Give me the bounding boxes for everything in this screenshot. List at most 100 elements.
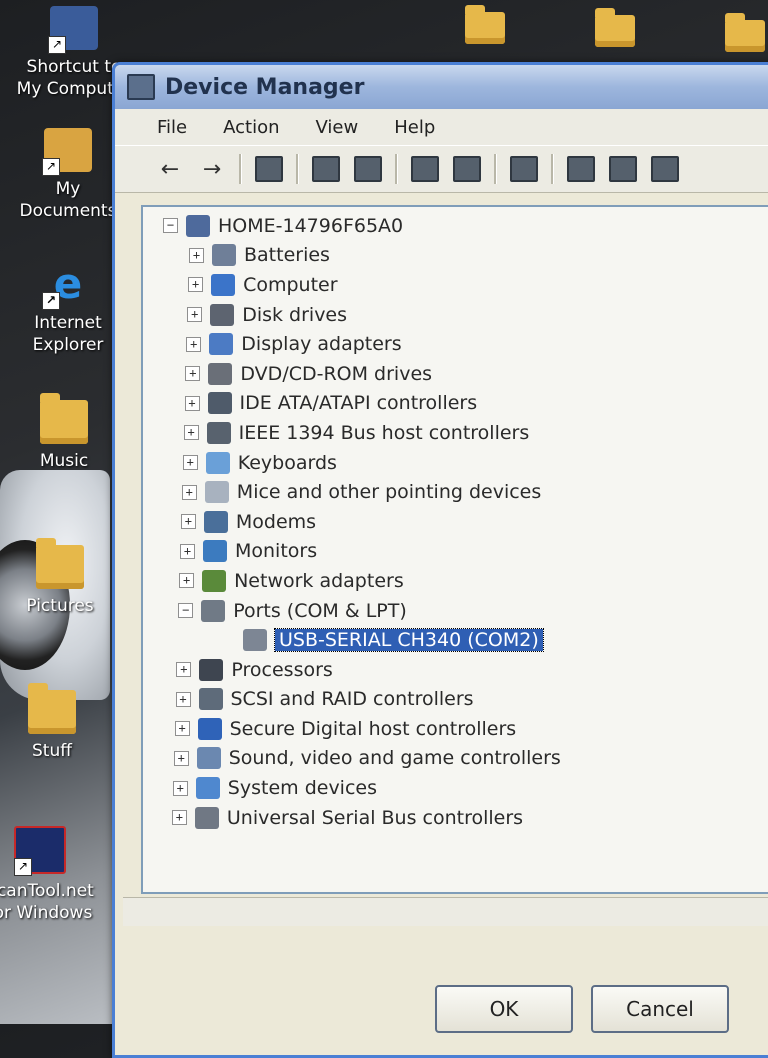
expand-expander[interactable]: +: [189, 247, 204, 263]
tree-node-label: Disk drives: [242, 303, 348, 326]
sd-card-icon: [197, 717, 222, 740]
expand-expander[interactable]: +: [181, 484, 197, 500]
expand-expander[interactable]: +: [187, 307, 203, 323]
desktop-folder-icon[interactable]: [725, 13, 765, 52]
tree-node-label: USB-SERIAL CH340 (COM2): [274, 628, 544, 653]
system-device-icon: [195, 777, 220, 800]
collapse-expander[interactable]: −: [163, 218, 178, 234]
scantool-icon: ↗: [14, 826, 66, 876]
expand-expander[interactable]: +: [185, 366, 201, 382]
tree-node[interactable]: USB-SERIAL CH340 (COM2): [163, 625, 561, 655]
tree-node[interactable]: + Modems: [163, 507, 561, 537]
properties-button[interactable]: [311, 154, 341, 184]
toolbar-separator: [395, 154, 398, 184]
print-button[interactable]: [353, 154, 383, 184]
uninstall-icon: [609, 156, 637, 182]
action-pane-icon: [453, 156, 481, 182]
expand-expander[interactable]: +: [174, 721, 190, 737]
battery-icon: [212, 244, 236, 267]
back-button[interactable]: ←: [155, 154, 185, 184]
desktop-icon-my-documents[interactable]: ↗ My Documents: [8, 128, 128, 222]
device-tree-pane[interactable]: − HOME-14796F65A0 + Batteries + Computer + Di…: [141, 205, 768, 894]
expand-expander[interactable]: +: [184, 395, 200, 411]
expand-expander[interactable]: +: [171, 810, 187, 826]
tree-node[interactable]: + Secure Digital host controllers: [163, 714, 561, 744]
expand-expander[interactable]: +: [172, 780, 188, 796]
tree-node[interactable]: + IEEE 1394 Bus host controllers: [163, 418, 561, 448]
serial-port-icon: [243, 629, 267, 652]
ok-button[interactable]: OK: [435, 985, 573, 1033]
desktop-icon-label: My Documents: [19, 179, 117, 221]
tree-node[interactable]: + Disk drives: [163, 300, 561, 330]
tree-node[interactable]: + Display adapters: [163, 329, 561, 359]
desktop-folder-icon[interactable]: [465, 5, 505, 44]
menu-file[interactable]: File: [153, 115, 191, 140]
tree-node[interactable]: + IDE ATA/ATAPI controllers: [163, 389, 561, 419]
desktop-icon-internet-explorer[interactable]: e ↗ Internet Explorer: [8, 262, 128, 356]
desktop-icon-stuff[interactable]: Stuff: [0, 683, 112, 762]
tree-node[interactable]: + DVD/CD-ROM drives: [163, 359, 561, 389]
expand-expander[interactable]: +: [188, 277, 204, 293]
expand-expander[interactable]: +: [180, 514, 196, 530]
expand-expander[interactable]: +: [175, 691, 191, 707]
properties-icon: [312, 156, 340, 182]
desktop-folder-icon[interactable]: [595, 8, 635, 47]
tree-node[interactable]: + Keyboards: [163, 448, 561, 478]
desktop-icon-label: ScanTool.net for Windows: [0, 881, 94, 923]
disable-icon: [651, 156, 679, 182]
forward-arrow-icon: →: [202, 156, 222, 182]
desktop-icon-scantool[interactable]: ↗ ScanTool.net for Windows: [0, 826, 96, 924]
scan-hardware-icon: [510, 156, 538, 182]
usb-icon: [194, 806, 219, 829]
forward-button[interactable]: →: [197, 154, 227, 184]
uninstall-button[interactable]: [608, 154, 638, 184]
expand-expander[interactable]: +: [173, 750, 189, 766]
mouse-icon: [204, 481, 229, 504]
desktop-icon-label: Music: [39, 451, 89, 471]
tree-node[interactable]: + Monitors: [163, 537, 561, 567]
menu-action[interactable]: Action: [219, 115, 283, 140]
tree-node[interactable]: + Processors: [163, 655, 561, 685]
menu-help[interactable]: Help: [390, 115, 439, 140]
tree-node[interactable]: + Computer: [163, 270, 561, 300]
desktop-icon-label: Stuff: [32, 741, 72, 761]
display-adapter-icon: [209, 333, 234, 356]
cancel-button[interactable]: Cancel: [591, 985, 729, 1033]
title-bar[interactable]: Device Manager: [115, 65, 768, 109]
desktop-icon-music[interactable]: Music: [4, 393, 124, 472]
tree-node[interactable]: + Batteries: [163, 241, 561, 271]
toolbar-separator: [239, 154, 242, 184]
tree-node[interactable]: + Mice and other pointing devices: [163, 477, 561, 507]
tree-root[interactable]: − HOME-14796F65A0: [163, 211, 561, 241]
expand-expander[interactable]: +: [176, 662, 192, 678]
tree-node[interactable]: + Network adapters: [163, 566, 561, 596]
expand-expander[interactable]: +: [183, 425, 199, 441]
device-manager-window[interactable]: Device Manager File Action View Help ← →…: [112, 62, 768, 1058]
tree-node[interactable]: − Ports (COM & LPT): [163, 596, 561, 626]
expand-expander[interactable]: +: [180, 543, 195, 559]
disk-drive-icon: [210, 303, 235, 326]
window-title: Device Manager: [165, 74, 365, 100]
dvd-drive-icon: [208, 362, 233, 385]
show-hide-console-tree-button[interactable]: [254, 154, 284, 184]
tree-node[interactable]: + Universal Serial Bus controllers: [163, 803, 561, 833]
folder-icon: [28, 683, 76, 734]
scan-hardware-button[interactable]: [509, 154, 539, 184]
port-icon: [201, 599, 226, 622]
desktop-icon-pictures[interactable]: Pictures: [0, 538, 120, 617]
update-driver-button[interactable]: [566, 154, 596, 184]
show-hide-action-pane-button[interactable]: [452, 154, 482, 184]
folder-icon: [40, 393, 88, 444]
expand-expander[interactable]: +: [182, 455, 198, 471]
disable-button[interactable]: [650, 154, 680, 184]
expand-expander[interactable]: +: [179, 573, 195, 589]
menu-view[interactable]: View: [312, 115, 363, 140]
collapse-expander[interactable]: −: [178, 603, 194, 619]
expand-expander[interactable]: +: [186, 336, 202, 352]
tree-node[interactable]: + Sound, video and game controllers: [163, 744, 561, 774]
help-button[interactable]: [410, 154, 440, 184]
tree-node[interactable]: + SCSI and RAID controllers: [163, 685, 561, 715]
tree-node[interactable]: + System devices: [163, 773, 561, 803]
tree-node-label: Batteries: [244, 244, 330, 267]
device-manager-icon: [127, 74, 155, 100]
